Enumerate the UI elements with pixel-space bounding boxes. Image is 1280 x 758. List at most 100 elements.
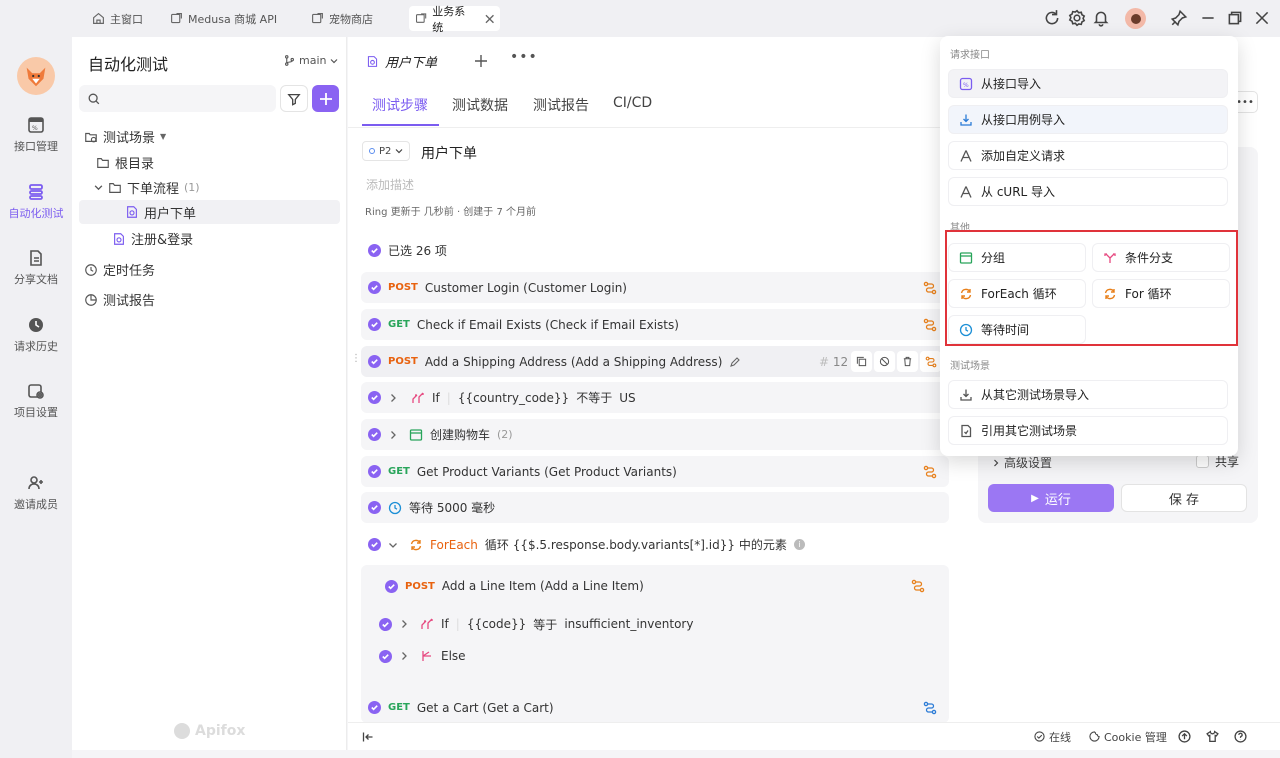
close-icon[interactable] — [485, 14, 494, 24]
step-foreach[interactable]: ForEach 循环 {{$.5.response.body.variants[… — [361, 529, 949, 560]
checkbox-checked[interactable] — [379, 617, 392, 631]
nav-project-settings[interactable]: 项目设置 — [0, 382, 72, 420]
tree-scenes[interactable]: 测试场景 ▼ — [84, 127, 166, 146]
cookie-manager[interactable]: Cookie 管理 — [1089, 729, 1167, 745]
help-icon[interactable] — [1234, 730, 1247, 743]
checkbox-checked[interactable] — [385, 579, 398, 593]
chevron-right-icon[interactable] — [399, 651, 409, 661]
menu-import-curl[interactable]: 从 cURL 导入 — [948, 177, 1228, 206]
description-placeholder[interactable]: 添加描述 — [366, 176, 414, 193]
link-button[interactable] — [920, 351, 941, 372]
checkbox-unchecked[interactable] — [1196, 455, 1209, 468]
step-row[interactable]: POST Customer Login (Customer Login) — [361, 272, 949, 303]
checkbox-checked[interactable] — [368, 355, 381, 368]
method-badge: POST — [405, 580, 435, 592]
link-icon[interactable] — [911, 579, 925, 593]
tab-petstore[interactable]: 宠物商店 — [305, 6, 379, 31]
tree-scheduled-tasks[interactable]: 定时任务 — [84, 260, 155, 279]
collapse-sidebar-icon[interactable] — [362, 731, 374, 743]
checkbox-checked[interactable] — [368, 428, 381, 441]
filter-button[interactable] — [280, 85, 308, 112]
menu-reference-scene[interactable]: 引用其它测试场景 — [948, 416, 1228, 445]
checkbox-checked[interactable] — [368, 538, 381, 551]
delete-button[interactable] — [897, 351, 918, 372]
tree-folder-order[interactable]: 下单流程 (1) — [94, 178, 200, 197]
link-icon[interactable] — [923, 281, 937, 295]
tab-home[interactable]: 主窗口 — [86, 6, 149, 31]
search-input[interactable] — [79, 85, 276, 112]
branch-selector[interactable]: main — [284, 54, 338, 67]
step-row[interactable]: GET Get Product Variants (Get Product Va… — [361, 456, 949, 487]
checkbox-checked[interactable] — [379, 649, 392, 663]
project-logo[interactable] — [17, 57, 55, 95]
checkbox-checked[interactable] — [368, 391, 381, 404]
select-all-row[interactable]: 已选 26 项 — [361, 235, 949, 266]
nav-share-docs[interactable]: 分享文档 — [0, 249, 72, 287]
close-window-icon[interactable] — [1253, 9, 1271, 27]
menu-custom-request[interactable]: 添加自定义请求 — [948, 141, 1228, 170]
step-wait[interactable]: 等待 5000 毫秒 — [361, 492, 949, 523]
disable-button[interactable] — [874, 351, 895, 372]
link-icon[interactable] — [923, 318, 937, 332]
subtab-data[interactable]: 测试数据 — [452, 95, 508, 115]
tree-case-register[interactable]: 注册&登录 — [112, 229, 193, 248]
menu-import-from-case[interactable]: 从接口用例导入 — [948, 105, 1228, 134]
chevron-right-icon[interactable] — [388, 430, 398, 440]
chevron-down-icon[interactable] — [388, 540, 398, 550]
subtab-steps[interactable]: 测试步骤 — [372, 95, 428, 115]
edit-icon[interactable] — [729, 356, 741, 368]
checkbox-checked[interactable] — [368, 318, 381, 331]
nav-api-management[interactable]: % 接口管理 — [0, 116, 72, 154]
run-button[interactable]: ▶ 运行 — [988, 484, 1114, 512]
menu-import-from-api[interactable]: % 从接口导入 — [948, 69, 1228, 98]
add-button[interactable] — [312, 85, 339, 112]
tree-test-reports[interactable]: 测试报告 — [84, 290, 155, 309]
priority-select[interactable]: P2 — [362, 141, 411, 161]
tree-root[interactable]: 根目录 — [96, 153, 154, 172]
nav-request-history[interactable]: 请求历史 — [0, 316, 72, 354]
checkbox-checked[interactable] — [368, 465, 381, 478]
tab-user-order[interactable]: 用户下单 — [356, 46, 464, 78]
checkbox-checked[interactable] — [368, 281, 381, 294]
more-tabs-icon[interactable]: ••• — [510, 49, 538, 65]
menu-import-scene[interactable]: 从其它测试场景导入 — [948, 380, 1228, 409]
chevron-right-icon[interactable] — [399, 619, 409, 629]
shirt-icon[interactable] — [1206, 730, 1219, 743]
tab-medusa[interactable]: Medusa 商城 API — [164, 6, 283, 31]
step-row[interactable]: GET Get a Cart (Get a Cart) — [361, 692, 949, 723]
refresh-icon[interactable] — [1043, 9, 1061, 27]
tab-business[interactable]: 业务系统 — [409, 5, 500, 34]
upload-icon[interactable] — [1178, 730, 1191, 743]
step-row[interactable]: POST Add a Line Item (Add a Line Item) — [373, 571, 937, 601]
nav-invite-members[interactable]: 邀请成员 — [0, 474, 72, 512]
info-icon[interactable]: i — [793, 539, 805, 550]
scene-name[interactable]: 用户下单 — [421, 143, 477, 163]
online-status[interactable]: 在线 — [1034, 729, 1071, 745]
copy-button[interactable] — [851, 351, 872, 372]
save-button[interactable]: 保 存 — [1121, 484, 1247, 512]
link-icon[interactable] — [923, 701, 937, 715]
step-group[interactable]: 创建购物车 (2) — [361, 419, 949, 450]
plus-icon[interactable] — [474, 54, 488, 68]
pin-icon[interactable] — [1170, 9, 1188, 27]
checkbox-checked[interactable] — [368, 244, 381, 257]
gear-icon[interactable] — [1068, 9, 1086, 27]
chevron-right-icon[interactable] — [388, 393, 398, 403]
nav-automation[interactable]: 自动化测试 — [0, 183, 72, 221]
avatar[interactable] — [1125, 8, 1146, 29]
step-if[interactable]: If | {{code}} 等于 insufficient_inventory — [373, 609, 937, 639]
step-row[interactable]: POST Add a Shipping Address (Add a Shipp… — [361, 346, 949, 377]
step-if[interactable]: If | {{country_code}} 不等于 US — [361, 382, 949, 413]
bell-icon[interactable] — [1092, 9, 1110, 27]
subtab-cicd[interactable]: CI/CD — [613, 95, 652, 111]
tree-case-user-order[interactable]: 用户下单 — [79, 200, 340, 224]
link-icon[interactable] — [923, 465, 937, 479]
advanced-settings-toggle[interactable]: 高级设置 — [992, 454, 1052, 471]
subtab-reports[interactable]: 测试报告 — [533, 95, 589, 115]
minimize-icon[interactable] — [1199, 9, 1217, 27]
step-else[interactable]: Else — [373, 641, 937, 671]
checkbox-checked[interactable] — [368, 701, 381, 714]
step-row[interactable]: GET Check if Email Exists (Check if Emai… — [361, 309, 949, 340]
checkbox-checked[interactable] — [368, 501, 381, 514]
restore-icon[interactable] — [1226, 9, 1244, 27]
